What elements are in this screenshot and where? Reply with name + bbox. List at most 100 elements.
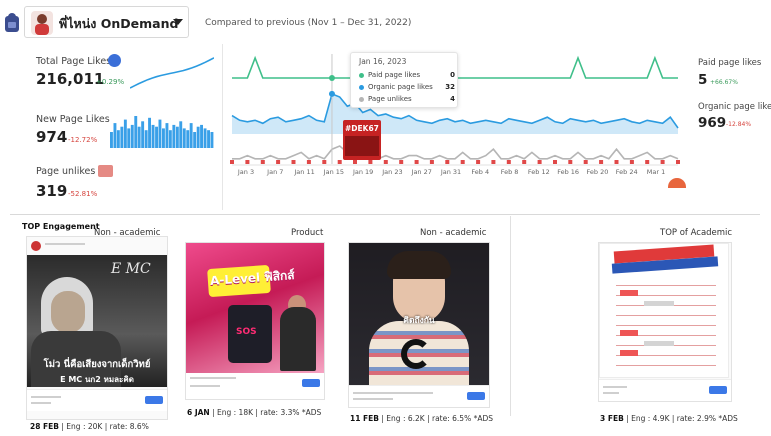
unlike-marker <box>291 160 296 164</box>
x-tick-label: Jan 31 <box>440 168 462 176</box>
post-product[interactable]: Product A-Level ฟิสิกส์ SOS 6 JAN | Eng … <box>185 228 335 428</box>
x-tick-label: Jan 11 <box>294 168 315 176</box>
unlike-marker <box>491 160 496 164</box>
post-non-academic[interactable]: Non - academic คิดถึงกัน 11 FEB | Eng : … <box>348 228 498 428</box>
boost-button[interactable] <box>709 386 727 394</box>
portrait-face <box>51 291 85 333</box>
kpi-label: Total Page Likes <box>36 56 112 67</box>
unlike-marker <box>568 160 573 164</box>
post-card[interactable]: A-Level ฟิสิกส์ SOS <box>185 242 325 400</box>
organic-likes-value: 969 <box>698 115 727 131</box>
sparkline-bar <box>151 124 155 148</box>
table-cell <box>644 341 674 346</box>
legend-dot <box>359 97 364 102</box>
boost-button[interactable] <box>302 379 320 387</box>
post-metrics: | Eng : 20K | rate: 8.6% <box>59 422 149 431</box>
x-tick-label: Jan 27 <box>411 168 432 176</box>
post-stats: 11 FEB | Eng : 6.2K | rate: 6.5% *ADS <box>350 414 493 423</box>
table-cell <box>620 290 638 296</box>
boost-button[interactable] <box>467 392 485 400</box>
post-footer <box>186 373 324 399</box>
sparkline-bar <box>200 124 203 148</box>
x-tick-label: Feb 16 <box>557 168 580 176</box>
post-image: A-Level ฟิสิกส์ SOS <box>186 243 324 373</box>
post-section-title: TOP Engagement <box>22 222 100 231</box>
x-tick-label: Feb 8 <box>500 168 519 176</box>
x-tick-label: Feb 12 <box>527 168 550 176</box>
sparkline-bar <box>137 126 141 148</box>
meta-line <box>45 243 85 245</box>
post-caption: E MC นก2 หมละคิด <box>60 375 134 384</box>
unlike-marker <box>322 160 327 164</box>
new-likes-sparkline <box>110 116 214 148</box>
unlike-marker <box>660 160 665 164</box>
post-top-engagement[interactable]: TOP Engagement Non - academic E MC โม่ว … <box>20 222 170 432</box>
x-tick-label: Jan 15 <box>323 168 345 176</box>
sparkline-bar <box>175 126 179 148</box>
sparkline-bar <box>182 128 186 148</box>
boost-button[interactable] <box>145 396 163 404</box>
table-cell <box>644 301 674 306</box>
post-category: TOP of Academic <box>660 228 733 238</box>
legend-dot <box>359 85 364 90</box>
unlike-marker <box>353 160 357 164</box>
meta-line <box>353 398 393 400</box>
tooltip-label: Page unlikes <box>368 95 412 103</box>
unlike-marker <box>522 160 527 164</box>
sparkline-bar <box>207 130 210 148</box>
unlike-marker <box>445 160 450 164</box>
post-date: 28 FEB <box>30 422 60 431</box>
header-bar: พี่ไหน่ง OnDemand Compared to previous (… <box>0 0 771 44</box>
x-tick-label: Jan 7 <box>267 168 284 176</box>
post-category: Non - academic <box>420 228 487 238</box>
kpi-new-page-likes: New Page Likes 974 -12.72% <box>22 100 218 152</box>
post-metrics: | Eng : 18K | rate: 3.3% *ADS <box>209 408 322 417</box>
x-tick-label: Feb 24 <box>615 168 638 176</box>
kpi-panel: Total Page Likes 216,011 +0.29% New Page… <box>22 42 218 208</box>
unlike-marker <box>260 160 265 164</box>
chalk-text: E MC <box>111 261 151 277</box>
tooltip-label: Organic page likes <box>368 83 433 91</box>
post-metrics: | Eng : 6.2K | rate: 6.5% *ADS <box>379 414 493 423</box>
unlike-marker <box>676 160 680 164</box>
thumbs-down-icon <box>98 165 113 177</box>
hover-point <box>328 90 335 97</box>
page-avatar <box>31 11 53 35</box>
post-image: คิดถึงกัน <box>349 243 489 385</box>
post-caption: โม่ว นี่คือเสียงจากเด็กวิทย์ <box>43 359 151 370</box>
meta-line <box>31 402 51 404</box>
post-footer <box>349 385 489 407</box>
unlike-marker <box>553 160 557 164</box>
page-selector-dropdown[interactable]: พี่ไหน่ง OnDemand <box>24 6 189 38</box>
sparkline-bar <box>203 128 207 148</box>
post-card[interactable]: E MC โม่ว นี่คือเสียงจากเด็กวิทย์ E MC น… <box>26 236 168 420</box>
sparkline-bar <box>127 128 131 148</box>
sparkline-bar <box>162 128 165 148</box>
table-row <box>616 308 716 316</box>
sparkline-bar <box>110 132 113 148</box>
kpi-value: 216,011 <box>36 70 105 88</box>
badge-text: #DEK67 <box>345 124 379 133</box>
compare-period-text: Compared to previous (Nov 1 – Dec 31, 20… <box>205 18 412 28</box>
sparkline-bar <box>148 117 151 148</box>
post-image <box>599 243 729 378</box>
tooltip-value: 0 <box>450 71 455 79</box>
sparkline-bar <box>134 116 138 148</box>
x-tick-label: Feb 20 <box>586 168 609 176</box>
post-card[interactable] <box>598 242 732 402</box>
sparkline-bar <box>120 126 124 148</box>
x-tick-label: Mar 1 <box>646 168 666 176</box>
chevron-down-icon[interactable] <box>173 19 183 25</box>
table-row <box>616 318 716 326</box>
unlike-marker <box>429 160 434 164</box>
table-cell <box>620 330 638 336</box>
sparkline-bar <box>193 132 197 148</box>
post-card[interactable]: คิดถึงกัน <box>348 242 490 408</box>
kpi-page-unlikes: Page unlikes 319 -52.81% <box>22 154 218 206</box>
post-top-academic[interactable]: TOP of Academic 3 FEB | Eng : 4.9K | rat… <box>598 228 763 428</box>
x-tick-label: Feb 4 <box>471 168 490 176</box>
table-row <box>616 278 716 286</box>
sparkline-bar <box>172 124 176 148</box>
unlike-marker <box>476 160 481 164</box>
unlike-marker <box>583 160 588 164</box>
